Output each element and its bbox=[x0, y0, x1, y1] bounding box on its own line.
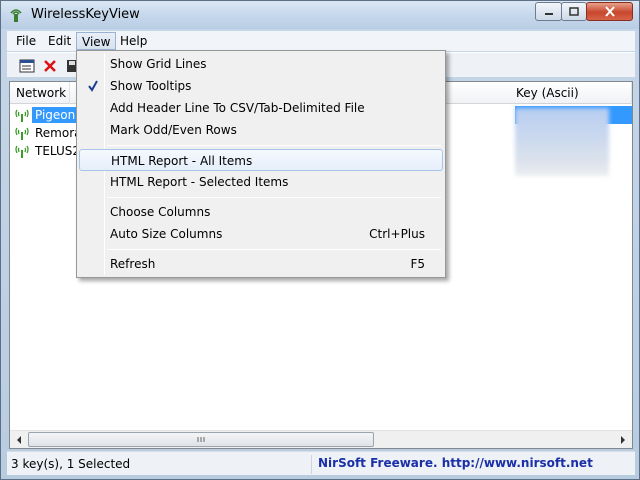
maximize-icon bbox=[569, 7, 579, 16]
status-count: 3 key(s), 1 Selected bbox=[11, 457, 131, 471]
menu-item-label: Show Tooltips bbox=[110, 79, 192, 93]
menu-item-label: Add Header Line To CSV/Tab-Delimited Fil… bbox=[110, 101, 365, 115]
menu-item-choose-columns[interactable]: Choose Columns bbox=[79, 201, 443, 223]
menu-item-shortcut: Ctrl+Plus bbox=[369, 227, 425, 241]
arrow-right-icon bbox=[620, 435, 625, 444]
delete-icon bbox=[44, 60, 56, 72]
status-bar: 3 key(s), 1 Selected NirSoft Freeware. h… bbox=[7, 451, 635, 475]
column-header-key-ascii[interactable]: Key (Ascii) bbox=[510, 82, 632, 104]
menu-item-refresh[interactable]: Refresh F5 bbox=[79, 253, 443, 275]
properties-button[interactable] bbox=[17, 56, 37, 76]
network-name: Pigeon bbox=[32, 107, 79, 123]
title-bar[interactable]: WirelessKeyView bbox=[1, 1, 639, 29]
scrollbar-thumb[interactable] bbox=[28, 432, 374, 447]
grip-icon bbox=[197, 437, 205, 442]
menu-item-mark-odd-even-rows[interactable]: Mark Odd/Even Rows bbox=[79, 119, 443, 141]
menu-item-html-report-selected[interactable]: HTML Report - Selected Items bbox=[79, 171, 443, 193]
menu-item-auto-size-columns[interactable]: Auto Size Columns Ctrl+Plus bbox=[79, 223, 443, 245]
menu-file[interactable]: File bbox=[11, 32, 41, 50]
wireless-network-icon bbox=[15, 127, 29, 140]
menu-item-show-tooltips[interactable]: Show Tooltips bbox=[79, 75, 443, 97]
menu-separator bbox=[107, 197, 441, 198]
wireless-key-app-icon bbox=[10, 9, 22, 22]
scroll-left-button[interactable] bbox=[10, 431, 27, 448]
window-title: WirelessKeyView bbox=[31, 7, 140, 22]
nirsoft-link[interactable]: NirSoft Freeware. http://www.nirsoft.net bbox=[311, 455, 621, 474]
menu-item-label: Auto Size Columns bbox=[110, 227, 223, 241]
wireless-network-icon bbox=[15, 109, 29, 122]
view-menu-dropdown: Show Grid Lines Show Tooltips Add Header… bbox=[76, 50, 446, 278]
menu-item-show-grid-lines[interactable]: Show Grid Lines bbox=[79, 53, 443, 75]
wireless-network-icon bbox=[15, 145, 29, 158]
horizontal-scrollbar[interactable] bbox=[10, 430, 632, 448]
menu-separator bbox=[107, 249, 441, 250]
menu-item-label: Choose Columns bbox=[110, 205, 211, 219]
menu-item-label: HTML Report - All Items bbox=[111, 154, 253, 168]
scroll-right-button[interactable] bbox=[614, 431, 631, 448]
properties-icon bbox=[19, 59, 35, 73]
checkmark-icon bbox=[88, 80, 98, 92]
menu-item-label: Show Grid Lines bbox=[110, 57, 207, 71]
minimize-button[interactable] bbox=[535, 2, 562, 21]
menu-item-label: HTML Report - Selected Items bbox=[110, 175, 289, 189]
menu-separator bbox=[107, 145, 441, 146]
menu-item-label: Refresh bbox=[110, 257, 156, 271]
menu-edit[interactable]: Edit bbox=[43, 32, 76, 50]
blurred-key-values bbox=[515, 108, 609, 176]
menu-help[interactable]: Help bbox=[115, 32, 152, 50]
menu-item-label: Mark Odd/Even Rows bbox=[110, 123, 237, 137]
menu-view[interactable]: View bbox=[76, 32, 117, 50]
minimize-icon bbox=[544, 12, 553, 15]
menu-bar: File Edit View Help bbox=[7, 31, 635, 51]
close-icon bbox=[604, 6, 615, 17]
menu-item-add-header-line[interactable]: Add Header Line To CSV/Tab-Delimited Fil… bbox=[79, 97, 443, 119]
maximize-button[interactable] bbox=[561, 2, 587, 21]
column-header-network-name[interactable]: Network Na bbox=[10, 82, 70, 104]
arrow-left-icon bbox=[16, 435, 21, 444]
close-button[interactable] bbox=[586, 2, 633, 21]
menu-item-shortcut: F5 bbox=[410, 257, 425, 271]
app-window: WirelessKeyView File Edit View Help Netw… bbox=[0, 0, 640, 480]
menu-item-html-report-all[interactable]: HTML Report - All Items bbox=[79, 149, 443, 171]
delete-button[interactable] bbox=[40, 56, 60, 76]
